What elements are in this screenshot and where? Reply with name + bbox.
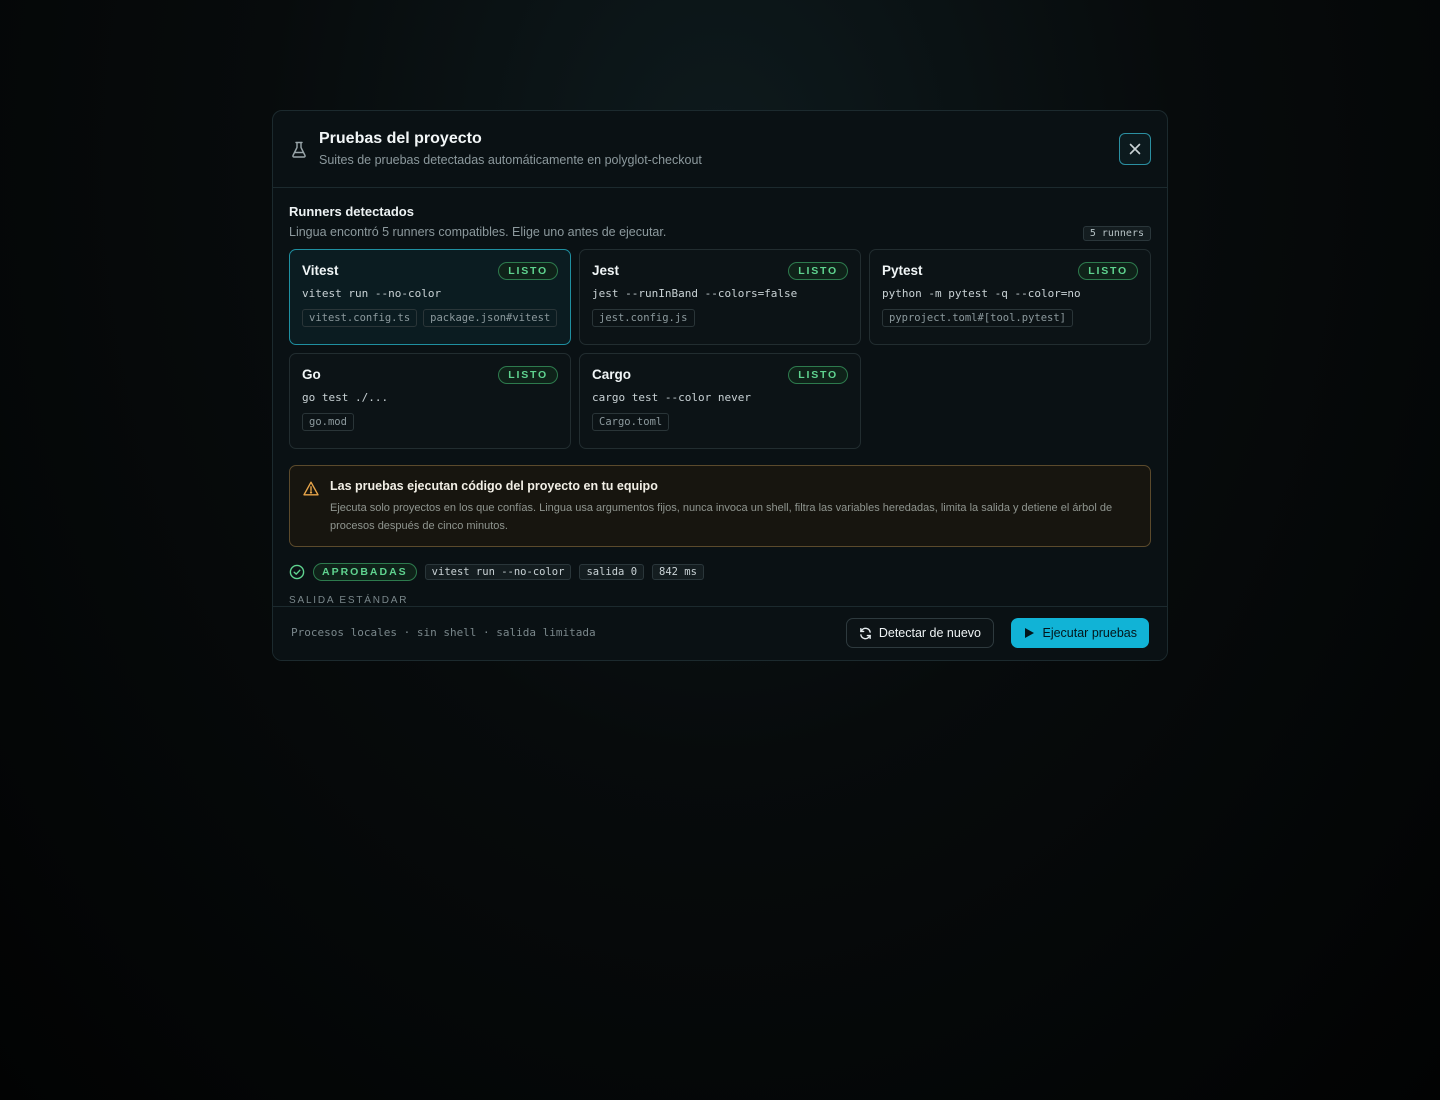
check-circle-icon	[289, 564, 305, 580]
runner-status-badge: LISTO	[788, 262, 848, 280]
dialog-body: Runners detectados Lingua encontró 5 run…	[273, 188, 1167, 608]
dialog-header: Pruebas del proyecto Suites de pruebas d…	[273, 111, 1167, 188]
run-tests-label: Ejecutar pruebas	[1042, 626, 1137, 640]
runner-config-file: go.mod	[302, 413, 354, 431]
result-exit-code: salida 0	[579, 564, 645, 580]
redetect-button[interactable]: Detectar de nuevo	[845, 618, 994, 648]
runners-grid: Vitest LISTO vitest run --no-color vites…	[289, 249, 1151, 449]
warning-title: Las pruebas ejecutan código del proyecto…	[330, 479, 658, 493]
dialog-title: Pruebas del proyecto	[319, 130, 482, 147]
warning-text: Ejecuta solo proyectos en los que confía…	[330, 502, 1113, 532]
runner-status-badge: LISTO	[1078, 262, 1138, 280]
runner-card-pytest[interactable]: Pytest LISTO python -m pytest -q --color…	[869, 249, 1151, 345]
runner-command: jest --runInBand --colors=false	[592, 287, 798, 300]
runners-section-title: Runners detectados	[289, 204, 414, 219]
runner-command: vitest run --no-color	[302, 287, 442, 300]
runner-command: go test ./...	[302, 391, 389, 404]
runner-config-file: Cargo.toml	[592, 413, 670, 431]
runner-command: python -m pytest -q --color=no	[882, 287, 1081, 300]
flask-icon	[292, 141, 306, 158]
runner-status-badge: LISTO	[498, 262, 558, 280]
run-tests-button[interactable]: Ejecutar pruebas	[1011, 618, 1149, 648]
runner-card-jest[interactable]: Jest LISTO jest --runInBand --colors=fal…	[579, 249, 861, 345]
refresh-icon	[860, 627, 871, 639]
result-command: vitest run --no-color	[424, 564, 572, 580]
close-button[interactable]	[1119, 133, 1151, 165]
runner-command: cargo test --color never	[592, 391, 751, 404]
stdout-label: SALIDA ESTÁNDAR	[289, 595, 409, 606]
runner-config-file: vitest.config.ts	[302, 309, 418, 327]
result-duration: 842 ms	[652, 564, 704, 580]
runners-count-badge: 5 runners	[1082, 226, 1151, 241]
result-status-badge: APROBADAS	[313, 563, 417, 581]
play-icon	[1025, 628, 1035, 638]
footer-note: Procesos locales · sin shell · salida li…	[291, 626, 596, 639]
close-icon	[1129, 143, 1141, 155]
last-run-result: APROBADAS vitest run --no-color salida 0…	[289, 563, 1151, 581]
dialog-footer: Procesos locales · sin shell · salida li…	[273, 606, 1167, 660]
redetect-label: Detectar de nuevo	[878, 626, 981, 640]
runner-card-vitest[interactable]: Vitest LISTO vitest run --no-color vites…	[289, 249, 571, 345]
runner-card-go[interactable]: Go LISTO go test ./... go.mod	[289, 353, 571, 449]
runner-config-file: pyproject.toml#[tool.pytest]	[882, 309, 1074, 327]
runner-config-file: package.json#vitest	[423, 309, 558, 327]
warning-icon	[303, 481, 319, 496]
runner-card-cargo[interactable]: Cargo LISTO cargo test --color never Car…	[579, 353, 861, 449]
tests-dialog: Pruebas del proyecto Suites de pruebas d…	[272, 110, 1168, 661]
runners-section-description: Lingua encontró 5 runners compatibles. E…	[289, 225, 667, 239]
runner-status-badge: LISTO	[498, 366, 558, 384]
dialog-subtitle: Suites de pruebas detectadas automáticam…	[319, 153, 702, 167]
runner-config-file: jest.config.js	[592, 309, 695, 327]
runner-status-badge: LISTO	[788, 366, 848, 384]
security-warning: Las pruebas ejecutan código del proyecto…	[289, 465, 1151, 547]
